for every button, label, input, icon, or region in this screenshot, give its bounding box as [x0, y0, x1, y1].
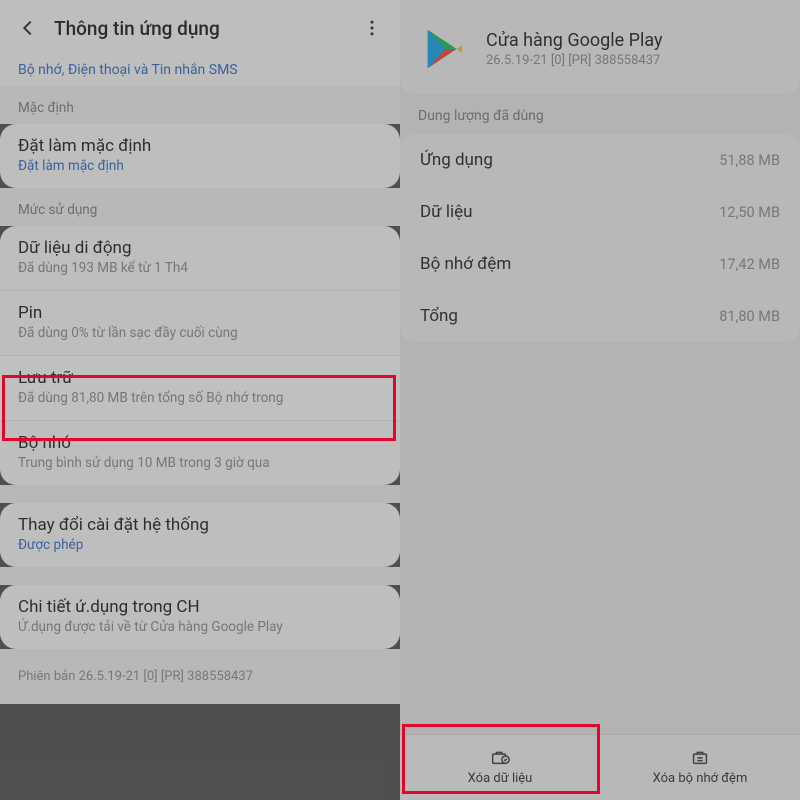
- page-title: Thông tin ứng dụng: [48, 17, 352, 40]
- play-store-icon: [418, 22, 472, 76]
- section-default: Mặc định: [0, 86, 400, 124]
- clear-data-icon: [489, 745, 511, 767]
- more-icon[interactable]: [352, 8, 392, 48]
- clear-cache-button[interactable]: Xóa bộ nhớ đệm: [600, 735, 800, 800]
- row-battery[interactable]: Pin Đã dùng 0% từ lần sạc đầy cuối cùng: [0, 291, 400, 356]
- row-system-settings[interactable]: Thay đổi cài đặt hệ thống Được phép: [0, 503, 400, 567]
- app-version: 26.5.19-21 [0] [PR] 388558437: [486, 53, 663, 68]
- back-icon[interactable]: [8, 8, 48, 48]
- row-total-size: Tổng 81,80 MB: [400, 290, 800, 342]
- row-memory[interactable]: Bộ nhớ Trung bình sử dụng 10 MB trong 3 …: [0, 421, 400, 485]
- row-cache-size: Bộ nhớ đệm 17,42 MB: [400, 238, 800, 290]
- app-name: Cửa hàng Google Play: [486, 30, 663, 51]
- section-usage: Mức sử dụng: [0, 188, 400, 226]
- version-text: Phiên bản 26.5.19-21 [0] [PR] 388558437: [0, 649, 400, 704]
- usage-header: Dung lượng đã dùng: [400, 94, 800, 134]
- row-store-details[interactable]: Chi tiết ứ.dụng trong CH Ứ.dụng được tải…: [0, 585, 400, 649]
- clear-data-button[interactable]: Xóa dữ liệu: [400, 735, 600, 800]
- permissions-preview[interactable]: Bộ nhớ, Điện thoại và Tin nhắn SMS: [0, 56, 400, 86]
- row-mobile-data[interactable]: Dữ liệu di động Đã dùng 193 MB kể từ 1 T…: [0, 226, 400, 291]
- clear-cache-icon: [689, 745, 711, 767]
- row-storage[interactable]: Lưu trữ Đã dùng 81,80 MB trên tổng số Bộ…: [0, 356, 400, 421]
- row-app-size: Ứng dụng 51,88 MB: [400, 134, 800, 186]
- row-set-default[interactable]: Đặt làm mặc định Đặt làm mặc định: [0, 124, 400, 188]
- row-data-size: Dữ liệu 12,50 MB: [400, 186, 800, 238]
